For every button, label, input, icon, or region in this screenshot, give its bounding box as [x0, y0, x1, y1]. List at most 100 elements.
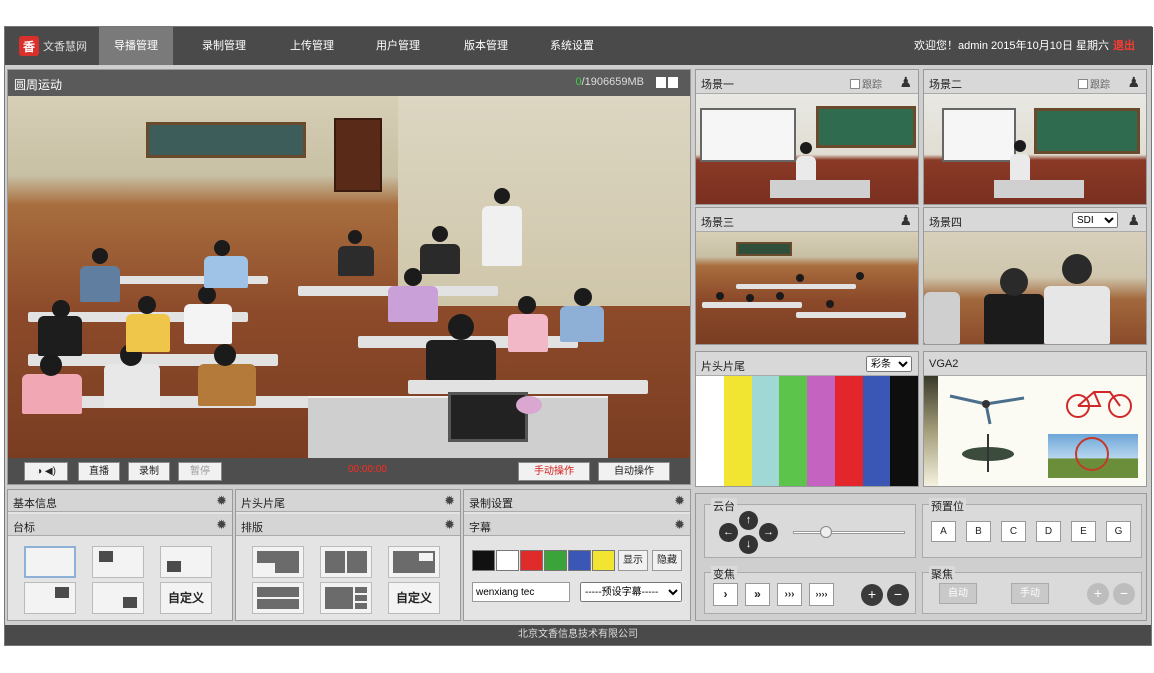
- subtitle-hide-button[interactable]: 隐藏: [652, 550, 682, 571]
- contrast-audio-button[interactable]: ◑ ◀): [24, 462, 68, 481]
- manual-mode-button[interactable]: 手动操作: [518, 462, 590, 481]
- wall-painting: [146, 122, 306, 158]
- scene-1-track-checkbox[interactable]: 跟踪: [850, 76, 882, 91]
- subtitle-text-input[interactable]: [472, 582, 570, 602]
- gear-icon[interactable]: ✹: [444, 517, 455, 533]
- preset-d-button[interactable]: D: [1036, 521, 1061, 542]
- speed-slider[interactable]: [793, 526, 905, 538]
- vga2-feed[interactable]: [924, 376, 1146, 486]
- color-bar: [807, 376, 835, 486]
- nav-version[interactable]: 版本管理: [449, 27, 523, 65]
- focus-near-icon[interactable]: +: [1087, 583, 1109, 605]
- basic-info-panel: 基本信息 ✹ 台标 ✹ 自定义: [7, 489, 233, 621]
- vga2-preview[interactable]: VGA2: [923, 351, 1147, 487]
- scene-1[interactable]: 场景一 跟踪 ♟: [695, 69, 919, 205]
- zoom-out-icon[interactable]: −: [887, 584, 909, 606]
- zoom-speed-2-button[interactable]: »: [745, 583, 770, 606]
- logo-position-bottom-right[interactable]: [92, 582, 144, 614]
- zoom-speed-3-button[interactable]: ›››: [777, 583, 802, 606]
- tilt-up-button[interactable]: ↑: [739, 511, 758, 530]
- zoom-in-icon[interactable]: +: [861, 584, 883, 606]
- logo-position-top-left[interactable]: [92, 546, 144, 578]
- subtitle-preset-select[interactable]: -----预设字幕-----: [580, 582, 682, 602]
- person-icon[interactable]: ♟: [899, 74, 912, 91]
- scene-2-feed[interactable]: [924, 94, 1146, 204]
- intro-outro-preview[interactable]: 片头片尾 彩条: [695, 351, 919, 487]
- layout-option-1[interactable]: [252, 546, 304, 578]
- bicycle-image: [1066, 391, 1132, 418]
- preset-b-button[interactable]: B: [966, 521, 991, 542]
- subtitle-show-button[interactable]: 显示: [618, 550, 648, 571]
- nav-director[interactable]: 导播管理: [99, 27, 173, 65]
- logo-custom-button[interactable]: 自定义: [160, 582, 212, 614]
- focus-auto-button[interactable]: 自动: [939, 583, 977, 604]
- subtitle-color-swatch[interactable]: [496, 550, 519, 571]
- scene-4-feed[interactable]: [924, 232, 1146, 344]
- nav-record[interactable]: 录制管理: [187, 27, 261, 65]
- layout-option-4[interactable]: [252, 582, 304, 614]
- logo-mark: 香: [19, 36, 39, 56]
- record-button[interactable]: 录制: [128, 462, 170, 481]
- layout-option-5[interactable]: [320, 582, 372, 614]
- nav-users[interactable]: 用户管理: [361, 27, 435, 65]
- gear-icon[interactable]: ✹: [674, 493, 685, 509]
- scene-4-source-select[interactable]: SDI: [1072, 212, 1118, 228]
- person-icon[interactable]: ♟: [899, 212, 912, 229]
- person-icon[interactable]: ♟: [1127, 212, 1140, 229]
- layout-option-2[interactable]: [320, 546, 372, 578]
- scene-2-track-checkbox[interactable]: 跟踪: [1078, 76, 1110, 91]
- logo-position-none[interactable]: [24, 546, 76, 578]
- footer-copyright: 北京文香信息技术有限公司: [5, 625, 1151, 645]
- student: [104, 364, 160, 408]
- gear-icon[interactable]: ✹: [216, 517, 227, 533]
- scene-3-feed[interactable]: [696, 232, 918, 344]
- logout-link[interactable]: 退出: [1113, 27, 1135, 65]
- nav-settings[interactable]: 系统设置: [535, 27, 609, 65]
- intro-outro-settings-title: 片头片尾: [241, 498, 285, 510]
- student: [426, 340, 496, 380]
- live-button[interactable]: 直播: [78, 462, 120, 481]
- gear-icon[interactable]: ✹: [216, 493, 227, 509]
- subtitle-color-swatch[interactable]: [544, 550, 567, 571]
- speed-slider-thumb[interactable]: [820, 526, 832, 538]
- subtitle-color-swatch[interactable]: [568, 550, 591, 571]
- preset-g-button[interactable]: G: [1106, 521, 1131, 542]
- scene-3[interactable]: 场景三 ♟: [695, 207, 919, 345]
- logo-position-top-right[interactable]: [160, 546, 212, 578]
- focus-far-icon[interactable]: −: [1113, 583, 1135, 605]
- color-bar: [890, 376, 918, 486]
- scene-4-header: 场景四 SDI ♟: [924, 208, 1146, 232]
- zoom-speed-4-button[interactable]: ››››: [809, 583, 834, 606]
- subtitle-color-swatch[interactable]: [592, 550, 615, 571]
- focus-manual-button[interactable]: 手动: [1011, 583, 1049, 604]
- layout-option-3[interactable]: [388, 546, 440, 578]
- gear-icon[interactable]: ✹: [444, 493, 455, 509]
- auto-mode-button[interactable]: 自动操作: [598, 462, 670, 481]
- preset-c-button[interactable]: C: [1001, 521, 1026, 542]
- subtitle-color-swatch[interactable]: [472, 550, 495, 571]
- preset-a-button[interactable]: A: [931, 521, 956, 542]
- pan-right-button[interactable]: →: [759, 523, 778, 542]
- zoom-label: 变焦: [711, 566, 737, 582]
- person-icon[interactable]: ♟: [1127, 74, 1140, 91]
- subtitle-color-swatch[interactable]: [520, 550, 543, 571]
- logo-position-bottom-left[interactable]: [24, 582, 76, 614]
- layout-toggle-icon[interactable]: [656, 77, 678, 88]
- nav-upload[interactable]: 上传管理: [275, 27, 349, 65]
- layout-panel: 片头片尾 ✹ 排版 ✹ 自定义: [235, 489, 461, 621]
- scene-2[interactable]: 场景二 跟踪 ♟: [923, 69, 1147, 205]
- contrast-icon: ◑: [36, 466, 43, 477]
- scene-4[interactable]: 场景四 SDI ♟: [923, 207, 1147, 345]
- pan-left-button[interactable]: ←: [719, 523, 738, 542]
- layout-custom-button[interactable]: 自定义: [388, 582, 440, 614]
- intro-outro-select[interactable]: 彩条: [866, 356, 912, 372]
- zoom-speed-1-button[interactable]: ›: [713, 583, 738, 606]
- student-head: [1062, 254, 1092, 284]
- preset-e-button[interactable]: E: [1071, 521, 1096, 542]
- basic-info-title: 基本信息: [13, 498, 57, 510]
- tilt-down-button[interactable]: ↓: [739, 535, 758, 554]
- main-video-feed[interactable]: [8, 96, 690, 458]
- pause-button[interactable]: 暂停: [178, 462, 222, 481]
- gear-icon[interactable]: ✹: [674, 517, 685, 533]
- scene-1-feed[interactable]: [696, 94, 918, 204]
